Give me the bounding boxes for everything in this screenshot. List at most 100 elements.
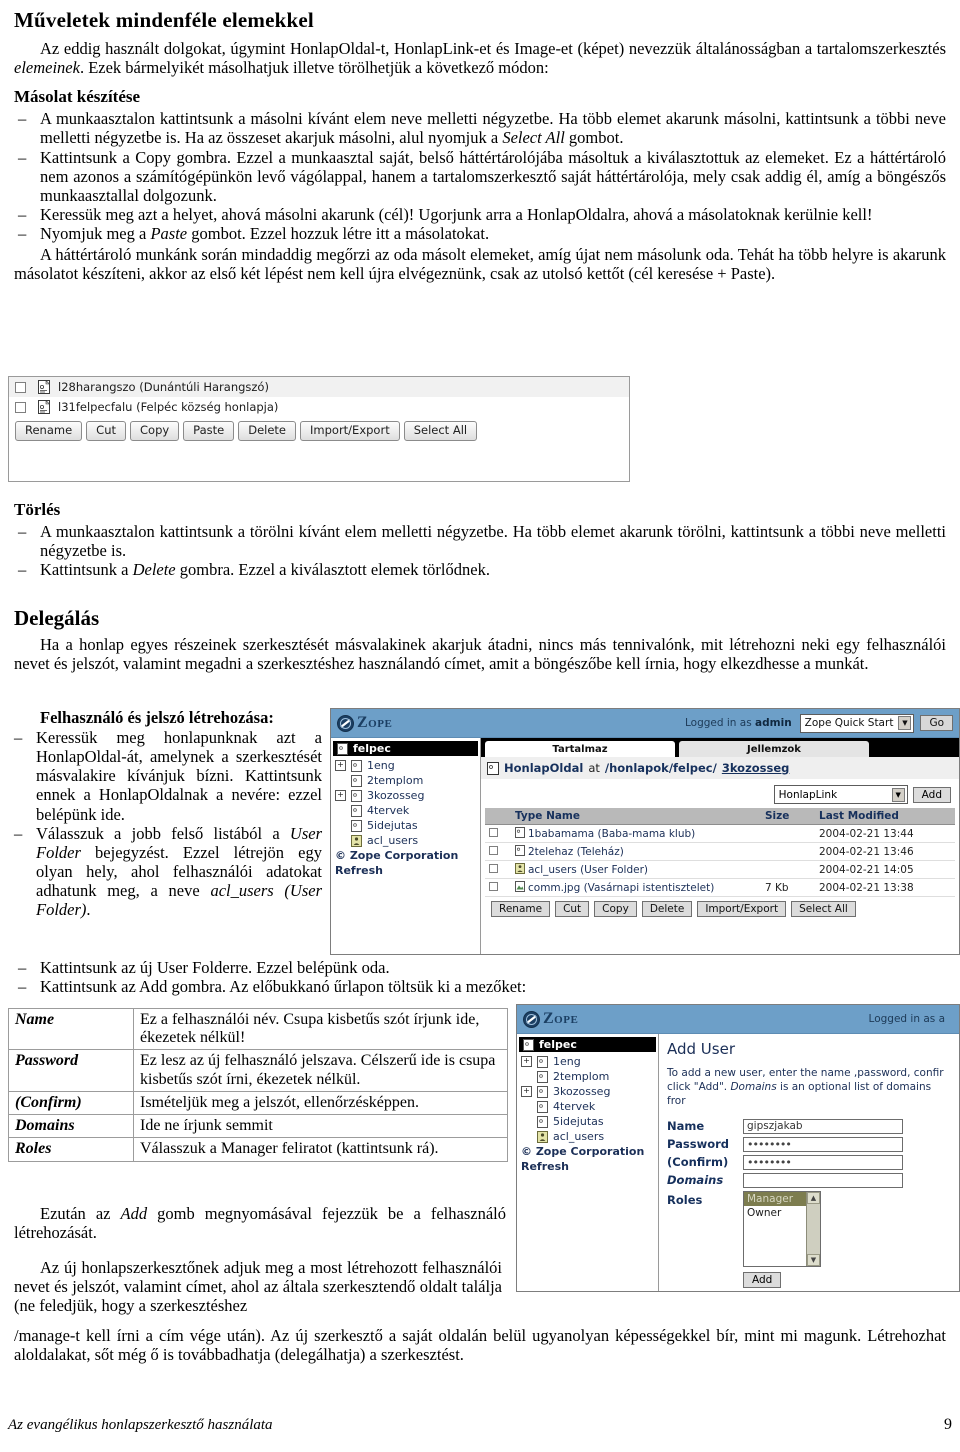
go-button[interactable]: Go <box>920 715 953 731</box>
th-size[interactable]: Size <box>761 808 815 825</box>
checkbox-icon[interactable] <box>489 881 498 891</box>
checkbox-icon[interactable] <box>489 845 498 855</box>
table-row[interactable]: acl_users (User Folder) 2004-02-21 14:05 <box>485 860 955 879</box>
th-type: Type <box>515 810 543 822</box>
tree-root-item[interactable]: felpec <box>519 1037 656 1052</box>
document-page: Műveletek mindenféle elemekkel Az eddig … <box>0 8 960 1452</box>
step-text: A munkaasztalon kattintsunk a másolni kí… <box>40 109 946 148</box>
rename-button[interactable]: Rename <box>491 901 551 917</box>
row-checkbox-cell[interactable] <box>485 878 511 897</box>
step-text: Keressük meg azt a helyet, ahová másolni… <box>40 204 873 224</box>
form-row-domains: Domains <box>667 1172 951 1188</box>
add-user-submit-button[interactable]: Add <box>743 1271 782 1288</box>
closing-paragraph-2b: /manage-t kell írni a cím vége után). Az… <box>14 1326 946 1365</box>
folder-page-icon <box>337 742 348 755</box>
table-row[interactable]: 1babamama (Baba-mama klub) 2004-02-21 13… <box>485 824 955 843</box>
row-name[interactable]: comm.jpg (Vasárnapi istentisztelet) <box>528 882 714 894</box>
delete-button[interactable]: Delete <box>238 421 297 441</box>
chevron-down-icon[interactable]: ▼ <box>891 787 905 802</box>
tree-footer-copyright[interactable]: © Zope Corporation <box>331 848 480 863</box>
tree-item-5idejutas[interactable]: +5idejutas <box>331 818 480 833</box>
cut-button[interactable]: Cut <box>555 901 590 917</box>
delete-button[interactable]: Delete <box>641 901 693 917</box>
import-export-button[interactable]: Import/Export <box>300 421 400 441</box>
row-modified: 2004-02-21 14:05 <box>815 860 955 879</box>
row-checkbox-cell[interactable] <box>485 824 511 843</box>
checkbox-icon[interactable] <box>15 381 26 393</box>
password-field-value: •••••••• <box>747 1137 792 1151</box>
checkbox-icon[interactable] <box>15 401 26 413</box>
tree-item-4tervek[interactable]: +4tervek <box>331 803 480 818</box>
tree-item-1eng[interactable]: +1eng <box>331 758 480 773</box>
quick-start-select[interactable]: Zope Quick Start ▼ <box>799 713 915 733</box>
section-delegate-title: Delegálás <box>14 606 100 630</box>
name-field[interactable]: gipszjakab <box>743 1118 903 1134</box>
tree-item-acl-users[interactable]: +acl_users <box>331 833 480 848</box>
table-row: Domains Ide ne írjunk semmit <box>8 1114 508 1139</box>
chevron-down-icon[interactable]: ▼ <box>898 716 912 730</box>
tree-item-3kozosseg[interactable]: +3kozosseg <box>331 788 480 803</box>
list-item[interactable]: l28harangszo (Dunántúli Harangszó) <box>9 377 629 397</box>
tree-item-5idejutas[interactable]: +5idejutas <box>517 1114 658 1129</box>
user-creation-column: Felhasználó és jelszó létrehozása: Keres… <box>0 708 330 919</box>
object-type-select[interactable]: HonlapLink ▼ <box>773 785 908 804</box>
rename-button[interactable]: Rename <box>15 421 83 441</box>
select-all-button[interactable]: Select All <box>791 901 856 917</box>
row-name[interactable]: 2telehaz (Teleház) <box>528 846 624 858</box>
tree-refresh-link[interactable]: Refresh <box>331 863 480 878</box>
checkbox-icon[interactable] <box>489 827 498 837</box>
tree-refresh-link[interactable]: Refresh <box>517 1159 658 1174</box>
expand-icon[interactable]: + <box>521 1086 532 1097</box>
expand-icon[interactable]: + <box>335 790 346 801</box>
copy-button[interactable]: Copy <box>130 421 180 441</box>
select-all-button[interactable]: Select All <box>403 421 478 441</box>
logged-in-user: admin <box>755 717 792 729</box>
list-item[interactable]: l31felpecfalu (Felpéc község honlapja) <box>9 397 629 417</box>
domains-field[interactable] <box>743 1172 903 1188</box>
tree-root-item[interactable]: felpec <box>333 741 478 756</box>
paste-button[interactable]: Paste <box>183 421 235 441</box>
row-name[interactable]: acl_users (User Folder) <box>528 864 648 876</box>
tree-item-2templom[interactable]: +2templom <box>517 1069 658 1084</box>
domains-label: Domains <box>667 1173 724 1188</box>
tree-item-2templom[interactable]: +2templom <box>331 773 480 788</box>
page-icon <box>351 789 362 802</box>
closing-paragraph-2a: Az új honlapszerkesztőnek adjuk meg a mo… <box>14 1258 502 1316</box>
zope-main-panel: Tartalmaz Jellemzok HonlapOldal at /honl… <box>481 738 959 954</box>
scroll-down-icon[interactable]: ▼ <box>807 1253 820 1266</box>
tree-item-1eng[interactable]: +1eng <box>517 1054 658 1069</box>
confirm-field[interactable]: •••••••• <box>743 1154 903 1170</box>
tree-footer-copyright[interactable]: © Zope Corporation <box>517 1144 658 1159</box>
screenshot-element-list: l28harangszo (Dunántúli Harangszó) l31fe… <box>8 376 630 482</box>
row-checkbox-cell[interactable] <box>485 860 511 879</box>
th-type-name[interactable]: Type Name <box>511 808 761 825</box>
copy-button[interactable]: Copy <box>594 901 637 917</box>
row-checkbox-cell[interactable] <box>485 842 511 861</box>
scroll-up-icon[interactable]: ▲ <box>807 1191 820 1204</box>
zope-header-bar: Zope Logged in as admin Zope Quick Start… <box>331 709 959 738</box>
expand-icon[interactable]: + <box>335 760 346 771</box>
tree-item-4tervek[interactable]: +4tervek <box>517 1099 658 1114</box>
table-row[interactable]: comm.jpg (Vasárnapi istentisztelet) 7 Kb… <box>485 878 955 897</box>
expand-icon[interactable]: + <box>521 1056 532 1067</box>
cut-button[interactable]: Cut <box>86 421 126 441</box>
tree-item-acl-users[interactable]: +acl_users <box>517 1129 658 1144</box>
row-name[interactable]: 1babamama (Baba-mama klub) <box>528 828 695 840</box>
checkbox-icon[interactable] <box>489 863 498 873</box>
page-title: Műveletek mindenféle elemekkel <box>14 8 314 32</box>
import-export-button[interactable]: Import/Export <box>697 901 787 917</box>
roles-listbox[interactable]: Manager Owner ▲ ▼ <box>743 1190 821 1267</box>
table-row[interactable]: 2telehaz (Teleház) 2004-02-21 13:46 <box>485 842 955 861</box>
tree-item-3kozosseg[interactable]: +3kozosseg <box>517 1084 658 1099</box>
page-footer: Az evangélikus honlapszerkesztő használa… <box>8 1416 952 1434</box>
step-text: A munkaasztalon kattintsunk a törölni kí… <box>40 522 946 561</box>
screenshot-zope-manage: Zope Logged in as admin Zope Quick Start… <box>330 708 960 955</box>
th-last-modified[interactable]: Last Modified <box>815 808 955 825</box>
breadcrumb-current-link[interactable]: 3kozosseg <box>722 761 790 775</box>
roles-scrollbar[interactable]: ▲ ▼ <box>806 1191 820 1266</box>
password-field[interactable]: •••••••• <box>743 1136 903 1152</box>
tab-tartalmaz[interactable]: Tartalmaz <box>485 741 675 757</box>
add-button[interactable]: Add <box>912 786 951 803</box>
roles-control-group: Manager Owner ▲ ▼ Add <box>743 1190 821 1288</box>
tab-jellemzok[interactable]: Jellemzok <box>679 741 869 757</box>
